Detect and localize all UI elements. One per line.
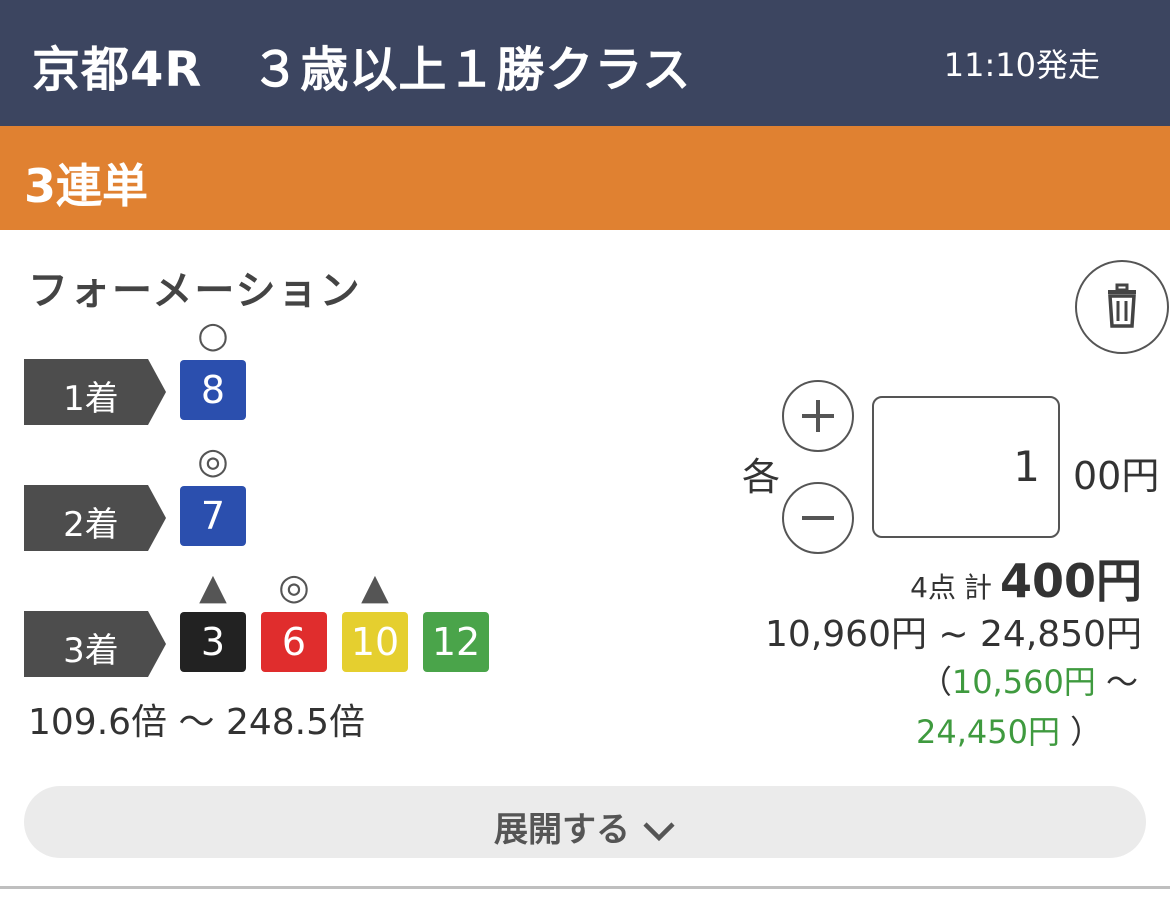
race-header: 京都4R ３歳以上１勝クラス 11:10発走 bbox=[0, 0, 1170, 126]
prediction-mark: ○ bbox=[197, 315, 229, 356]
minus-icon bbox=[802, 516, 834, 520]
net-close-paren: ） bbox=[1070, 713, 1103, 751]
chevron-down-icon bbox=[643, 821, 675, 841]
trash-icon bbox=[1108, 283, 1136, 328]
position-label-3rd: 3着 bbox=[24, 611, 166, 677]
net-profit-line: （10,560円 ～ bbox=[920, 657, 1138, 703]
bet-amount-value: 1 bbox=[1013, 442, 1040, 491]
net-profit-line: 24,450円 ） bbox=[916, 707, 1102, 753]
position-label-1st: 1着 bbox=[24, 359, 166, 425]
increment-button[interactable] bbox=[782, 380, 854, 452]
horse-number-badge: 10 bbox=[342, 612, 408, 672]
bet-amount-input[interactable]: 1 bbox=[872, 396, 1060, 538]
net-separator: ～ bbox=[1105, 663, 1138, 701]
total-amount: 400円 bbox=[999, 554, 1142, 608]
prediction-mark: ▲ bbox=[361, 567, 389, 608]
payout-range: 10,960円 ~ 24,850円 bbox=[765, 614, 1142, 655]
decrement-button[interactable] bbox=[782, 482, 854, 554]
expand-label: 展開する bbox=[494, 810, 630, 850]
horse-number-badge: 8 bbox=[180, 360, 246, 420]
plus-icon bbox=[802, 400, 834, 432]
total-label: 計 bbox=[963, 571, 992, 604]
net-open-paren: （ bbox=[919, 663, 952, 701]
bet-method-label: フォーメーション bbox=[28, 268, 362, 314]
point-count: 4点 bbox=[910, 571, 956, 604]
odds-range: 109.6倍 ～ 248.5倍 bbox=[28, 702, 366, 743]
bet-type-label: 3連単 bbox=[24, 159, 149, 213]
divider bbox=[0, 886, 1170, 889]
race-title: 京都4R ３歳以上１勝クラス bbox=[32, 42, 692, 98]
prediction-mark: ◎ bbox=[278, 567, 310, 608]
expand-button[interactable]: 展開する bbox=[24, 786, 1146, 858]
horse-number-badge: 12 bbox=[423, 612, 489, 672]
net-profit-max: 24,450円 bbox=[916, 713, 1060, 751]
horse-number-badge: 6 bbox=[261, 612, 327, 672]
prediction-mark: ▲ bbox=[199, 567, 227, 608]
bet-type-bar: 3連単 bbox=[0, 126, 1170, 230]
net-profit-min: 10,560円 bbox=[951, 663, 1096, 701]
post-time: 11:10発走 bbox=[943, 46, 1100, 84]
position-label-2nd: 2着 bbox=[24, 485, 166, 551]
amount-unit: 00円 bbox=[1073, 454, 1160, 498]
delete-button[interactable] bbox=[1075, 260, 1169, 354]
horse-number-badge: 7 bbox=[180, 486, 246, 546]
each-label: 各 bbox=[742, 455, 781, 499]
horse-number-badge: 3 bbox=[180, 612, 246, 672]
total-line: 4点計 400円 bbox=[910, 545, 1142, 611]
prediction-mark: ◎ bbox=[197, 441, 229, 482]
